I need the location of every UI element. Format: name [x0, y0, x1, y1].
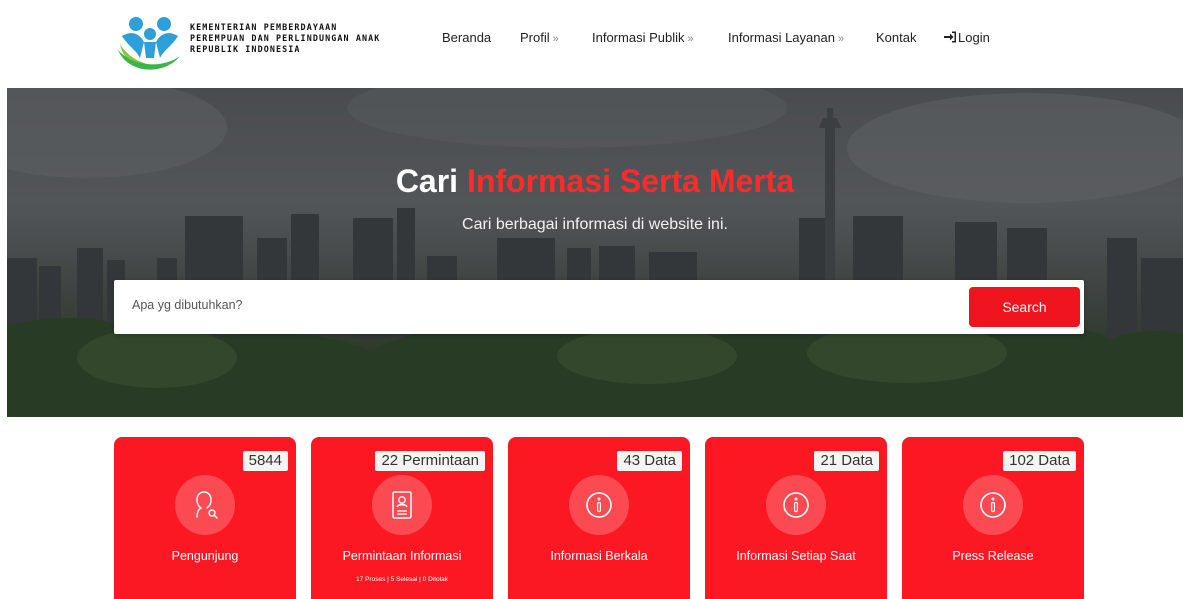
stat-badge: 102 Data	[1003, 451, 1076, 471]
site-header: KEMENTERIAN PEMBERDAYAAN PEREMPUAN DAN P…	[0, 0, 1183, 88]
visitor-icon	[175, 475, 235, 535]
info-icon	[569, 475, 629, 535]
stat-sublabel: 17 Proses | 5 Selesai | 0 Ditolak	[356, 576, 448, 583]
nav-login[interactable]: Login	[944, 30, 990, 46]
login-icon	[944, 31, 957, 46]
nav-label: Informasi Layanan	[728, 30, 835, 45]
nav-label: Profil	[520, 30, 550, 45]
nav-profil[interactable]: Profil»	[520, 30, 559, 45]
stat-label: Informasi Berkala	[550, 549, 648, 563]
stat-badge: 5844	[242, 451, 288, 471]
chevron-right-icon: »	[837, 33, 845, 45]
nav-label: Login	[958, 30, 990, 45]
hero-title-accent: Informasi Serta Merta	[466, 163, 795, 199]
main-nav: Beranda Profil» Informasi Publik» Inform…	[0, 30, 1183, 50]
search-bar: Search	[114, 280, 1084, 334]
info-icon	[766, 475, 826, 535]
nav-informasi-layanan[interactable]: Informasi Layanan»	[728, 30, 844, 45]
stat-card-permintaan-informasi[interactable]: 22 Permintaan Permintaan Informasi 17 Pr…	[311, 437, 493, 599]
stat-badge: 22 Permintaan	[375, 451, 485, 471]
stat-label: Permintaan Informasi	[342, 549, 462, 563]
document-icon	[372, 475, 432, 535]
nav-beranda[interactable]: Beranda	[442, 30, 491, 45]
stat-card-press-release[interactable]: 102 Data Press Release	[902, 437, 1084, 599]
stat-badge: 21 Data	[814, 451, 879, 471]
stat-card-pengunjung[interactable]: 5844 Pengunjung	[114, 437, 296, 599]
nav-label: Informasi Publik	[592, 30, 685, 45]
hero-title-plain: Cari	[395, 163, 459, 199]
stat-card-informasi-setiap-saat[interactable]: 21 Data Informasi Setiap Saat	[705, 437, 887, 599]
search-button[interactable]: Search	[969, 287, 1080, 327]
chevron-right-icon: »	[552, 33, 559, 45]
info-icon	[963, 475, 1023, 535]
hero-banner: Cari Informasi Serta Merta Cari berbagai…	[7, 88, 1183, 417]
hero-title: Cari Informasi Serta Merta	[7, 163, 1183, 200]
stat-label: Informasi Setiap Saat	[736, 549, 856, 563]
stat-label: Press Release	[952, 549, 1034, 563]
nav-kontak[interactable]: Kontak	[876, 30, 916, 45]
nav-label: Beranda	[442, 30, 492, 45]
stat-label: Pengunjung	[171, 549, 239, 563]
stat-card-informasi-berkala[interactable]: 43 Data Informasi Berkala	[508, 437, 690, 599]
nav-label: Kontak	[876, 30, 917, 45]
hero-overlay	[7, 88, 1183, 417]
search-input[interactable]	[132, 298, 932, 312]
chevron-right-icon: »	[687, 33, 694, 45]
nav-informasi-publik[interactable]: Informasi Publik»	[592, 30, 694, 45]
hero-subtitle: Cari berbagai informasi di website ini.	[462, 216, 728, 233]
stat-badge: 43 Data	[617, 451, 682, 471]
